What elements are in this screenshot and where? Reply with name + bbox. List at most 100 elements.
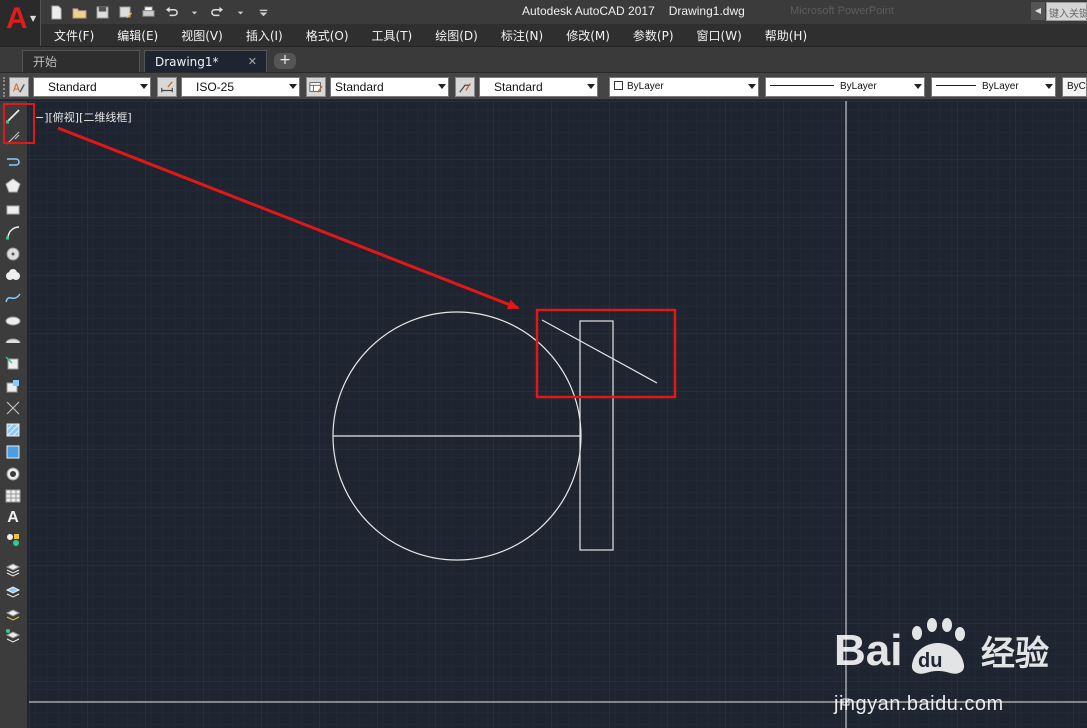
chevron-down-icon: [748, 84, 756, 89]
multileader-style-button[interactable]: [455, 77, 475, 97]
layer-match-button[interactable]: [3, 604, 23, 624]
ellipse-tool-button[interactable]: [3, 310, 23, 330]
autocad-logo-icon: A: [6, 2, 28, 35]
region-icon: [6, 467, 20, 481]
file-name: Drawing1.dwg: [668, 4, 745, 18]
undo-icon: [165, 6, 178, 16]
chevron-down-icon: ▼: [30, 14, 37, 23]
insert-block-button[interactable]: [3, 354, 23, 374]
new-file-button[interactable]: [46, 2, 66, 22]
redo-button[interactable]: [207, 2, 227, 22]
window-title: Autodesk AutoCAD 2017 Drawing1.dwg: [522, 4, 759, 18]
revision-cloud-icon: [6, 269, 20, 280]
menu-dimension[interactable]: 标注(N): [501, 27, 543, 44]
watermark-url: jingyan.baidu.com: [834, 693, 1004, 715]
dim-style-select[interactable]: ISO-25: [181, 77, 300, 97]
styles-properties-toolbar: A Standard ISO-25 Standard Standard ByLa…: [0, 72, 1087, 100]
customize-qat-button[interactable]: [253, 2, 273, 22]
viewport-controls[interactable]: −][俯视][二维线框]: [35, 109, 132, 125]
color-value: ByLayer: [627, 81, 664, 92]
dim-style-button[interactable]: [157, 77, 177, 97]
search-input[interactable]: 键入关键字: [1046, 2, 1087, 21]
chevron-down-icon: [140, 84, 148, 89]
hatch-tool-button[interactable]: [3, 420, 23, 440]
add-selected-button[interactable]: [3, 530, 23, 550]
chevron-down-icon: [587, 84, 595, 89]
multileader-style-select[interactable]: Standard: [479, 77, 598, 97]
polygon-tool-button[interactable]: [3, 176, 23, 196]
lineweight-value: ByLayer: [982, 81, 1019, 92]
point-icon: [6, 401, 20, 415]
customize-menu-icon: [259, 9, 267, 16]
multiline-text-button[interactable]: A: [3, 508, 23, 528]
menu-tools[interactable]: 工具(T): [372, 27, 413, 44]
table-style-button[interactable]: [306, 77, 326, 97]
menu-view[interactable]: 视图(V): [181, 27, 223, 44]
title-bar-collapse-button[interactable]: ◀: [1031, 2, 1045, 20]
make-block-button[interactable]: [3, 376, 23, 396]
menu-format[interactable]: 格式(O): [306, 27, 349, 44]
menu-window[interactable]: 窗口(W): [697, 27, 742, 44]
rectangle-icon: [6, 205, 20, 215]
table-style-select[interactable]: Standard: [330, 77, 449, 97]
menu-file[interactable]: 文件(F): [54, 27, 94, 44]
svg-text:A: A: [13, 82, 21, 94]
layer-state-button[interactable]: [3, 582, 23, 602]
gradient-tool-button[interactable]: [3, 442, 23, 462]
lineweight-select[interactable]: ByLayer: [931, 77, 1056, 97]
undo-dropdown[interactable]: [184, 2, 204, 22]
multileader-style-value: Standard: [494, 80, 543, 94]
table-style-value: Standard: [335, 80, 384, 94]
chevron-down-icon: [1045, 84, 1053, 89]
redo-dropdown[interactable]: [230, 2, 250, 22]
toolbar-grip[interactable]: [3, 77, 7, 97]
menu-insert[interactable]: 插入(I): [246, 27, 283, 44]
make-block-icon: [6, 380, 19, 393]
spline-tool-button[interactable]: [3, 288, 23, 308]
layer-previous-button[interactable]: [3, 626, 23, 646]
menu-draw[interactable]: 绘图(D): [435, 27, 478, 44]
app-name: Autodesk AutoCAD 2017: [522, 4, 655, 18]
save-button[interactable]: [92, 2, 112, 22]
ellipse-arc-icon: [5, 338, 21, 344]
linetype-value: ByLayer: [840, 81, 877, 92]
circle-tool-button[interactable]: [3, 244, 23, 264]
menu-help[interactable]: 帮助(H): [765, 27, 807, 44]
color-select[interactable]: ByLayer: [609, 77, 759, 97]
multileader-style-icon: [459, 83, 471, 93]
undo-button[interactable]: [161, 2, 181, 22]
application-menu-button[interactable]: A ▼: [0, 0, 41, 46]
save-as-button[interactable]: [115, 2, 135, 22]
layers-icon: [5, 563, 21, 577]
text-style-button[interactable]: A: [9, 77, 29, 97]
table-tool-button[interactable]: [3, 486, 23, 506]
menu-parametric[interactable]: 参数(P): [633, 27, 674, 44]
new-file-icon: [50, 4, 62, 20]
revision-cloud-button[interactable]: [3, 266, 23, 286]
plot-style-select[interactable]: ByC: [1062, 77, 1087, 97]
baidu-watermark: Bai 经验 du jingyan.baidu.com: [832, 607, 1082, 725]
linetype-select[interactable]: ByLayer: [765, 77, 925, 97]
point-tool-button[interactable]: [3, 398, 23, 418]
plot-button[interactable]: [138, 2, 158, 22]
layer-properties-button[interactable]: [3, 560, 23, 580]
svg-text:Bai: Bai: [834, 626, 902, 675]
text-icon: A: [7, 509, 19, 526]
ellipse-arc-tool-button[interactable]: [3, 332, 23, 352]
menu-edit[interactable]: 编辑(E): [117, 27, 158, 44]
region-tool-button[interactable]: [3, 464, 23, 484]
tab-drawing1[interactable]: Drawing1* ✕: [144, 50, 267, 73]
menu-modify[interactable]: 修改(M): [566, 27, 610, 44]
table-style-icon: [309, 82, 323, 93]
text-style-select[interactable]: Standard: [33, 77, 151, 97]
title-bar: Autodesk AutoCAD 2017 Drawing1.dwg Micros…: [0, 0, 1087, 24]
polyline-tool-button[interactable]: [3, 152, 23, 172]
rectangle-tool-button[interactable]: [3, 200, 23, 220]
save-icon: [95, 5, 109, 19]
tab-start[interactable]: 开始: [22, 50, 140, 73]
arc-tool-button[interactable]: [3, 222, 23, 242]
close-icon[interactable]: ✕: [248, 51, 257, 73]
open-file-button[interactable]: [69, 2, 89, 22]
spline-icon: [5, 293, 21, 303]
new-tab-button[interactable]: +: [274, 53, 296, 69]
